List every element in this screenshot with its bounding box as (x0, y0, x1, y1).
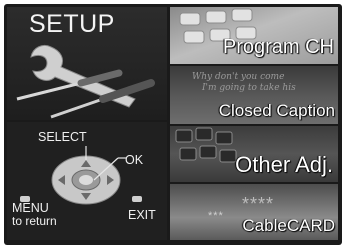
exit-label: EXIT (128, 208, 156, 222)
menu-return-label: to return (12, 214, 57, 228)
menu-tile-label: CableCARD (242, 216, 335, 235)
menu-tile-cablecard[interactable]: **** *** CableCARD (170, 184, 338, 240)
setup-title: SETUP (29, 10, 115, 38)
menu-tile-program-ch[interactable]: Program CH (170, 7, 338, 64)
card-stars-large: **** (242, 194, 275, 214)
ok-label: OK (125, 153, 144, 167)
card-stars-small: *** (208, 210, 224, 222)
setup-header-panel: SETUP (7, 7, 167, 120)
tv-menu-frame: SETUP SELECT OK MENU to return EXIT Prog… (0, 0, 346, 249)
caption-sample-text: Why don't you come I'm going to take his (192, 72, 296, 93)
menu-tile-label: Closed Caption (218, 101, 335, 120)
menu-tile-other-adj[interactable]: Other Adj. (170, 126, 338, 182)
menu-tile-label: Program CH (222, 36, 334, 58)
menu-tile-closed-caption[interactable]: Why don't you come I'm going to take his… (170, 66, 338, 124)
select-label: SELECT (38, 130, 87, 144)
menu-tile-label: Other Adj. (235, 152, 333, 177)
wrench-icon (16, 44, 155, 119)
menu-label: MENU (12, 201, 49, 215)
